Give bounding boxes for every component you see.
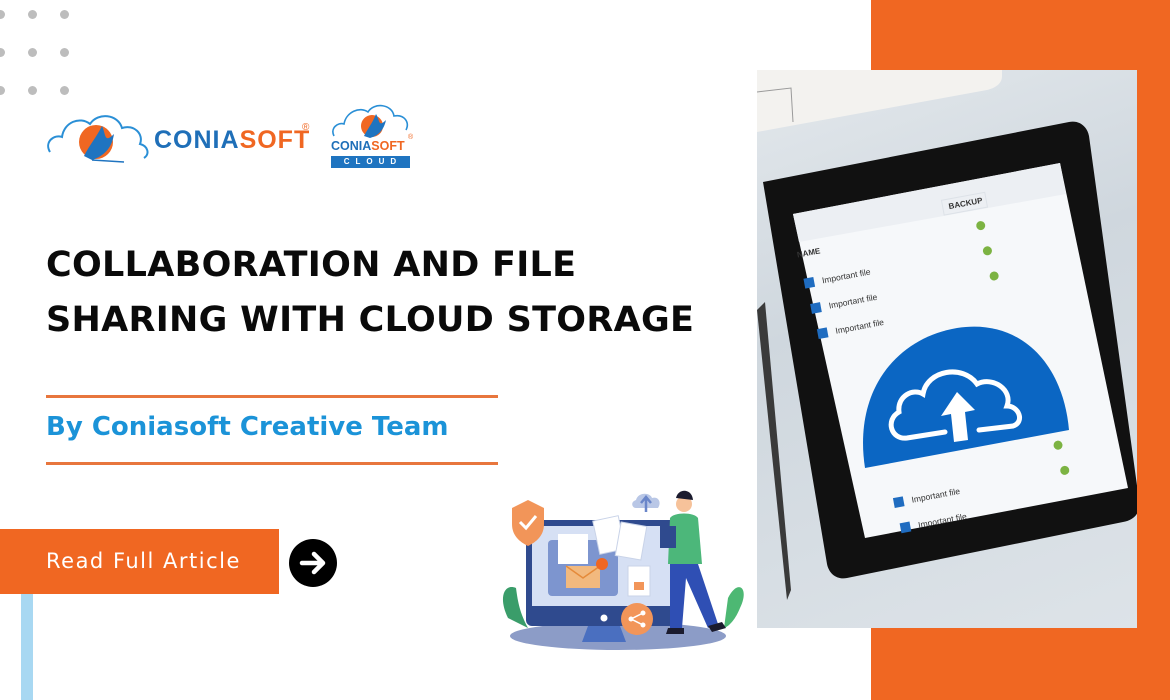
coniasoft-cloud-logo: CONIASOFT ® CLOUD: [328, 98, 414, 172]
plant-right-icon: [724, 587, 744, 628]
page-title: COLLABORATION AND FILE SHARING WITH CLOU…: [46, 238, 746, 348]
tablet-photo: BACKUP NAME Important file Important fil…: [757, 70, 1137, 628]
registered-mark: ®: [302, 122, 310, 133]
laptop-corner: [757, 70, 1002, 132]
coniasoft-logo: CONIASOFT ®: [44, 104, 324, 168]
illustration-svg: [502, 490, 744, 650]
tablet-photo-svg: BACKUP NAME Important file Important fil…: [757, 70, 1137, 600]
arrow-right-icon: [299, 551, 326, 575]
logo-wordmark: CONIASOFT: [331, 139, 405, 153]
share-icon: [621, 603, 653, 635]
dot: [28, 48, 37, 57]
divider-bottom: [46, 462, 498, 465]
tablet-held-icon: [660, 526, 676, 548]
dot: [0, 10, 5, 19]
arrow-right-button[interactable]: [289, 539, 337, 587]
logo-text-conia: CONIA: [331, 139, 372, 153]
author-byline: By Coniasoft Creative Team: [46, 412, 449, 442]
plant-left-icon: [502, 587, 528, 628]
light-blue-accent-bar: [21, 594, 33, 700]
logo-text-conia: CONIA: [154, 126, 240, 154]
dot: [60, 86, 69, 95]
dot: [60, 48, 69, 57]
dot: [28, 86, 37, 95]
dot: [0, 48, 5, 57]
dot: [60, 10, 69, 19]
cloud-bird-logo-icon: [47, 115, 149, 163]
file-sharing-illustration: [488, 478, 758, 658]
stylus-icon: [757, 302, 791, 600]
checkbox-checked-icon[interactable]: [899, 521, 912, 534]
title-line-2: SHARING WITH CLOUD STORAGE: [46, 300, 695, 340]
logo-text-soft: SOFT: [239, 126, 311, 154]
dot: [0, 86, 5, 95]
cloud-bird-logo-icon: [332, 104, 409, 138]
dot: [28, 10, 37, 19]
divider-top: [46, 395, 498, 398]
checkbox-checked-icon[interactable]: [892, 496, 905, 508]
checkbox-checked-icon[interactable]: [810, 302, 822, 314]
logo-cloud-label: CLOUD: [331, 156, 410, 168]
logo-text-soft: SOFT: [371, 139, 405, 153]
registered-mark: ®: [408, 134, 414, 141]
checkbox-checked-icon[interactable]: [816, 327, 829, 340]
read-full-article-button[interactable]: Read Full Article: [0, 529, 279, 594]
logo-wordmark: CONIASOFT: [154, 126, 310, 155]
title-line-1: COLLABORATION AND FILE: [46, 245, 577, 285]
checkbox-checked-icon[interactable]: [803, 276, 816, 289]
